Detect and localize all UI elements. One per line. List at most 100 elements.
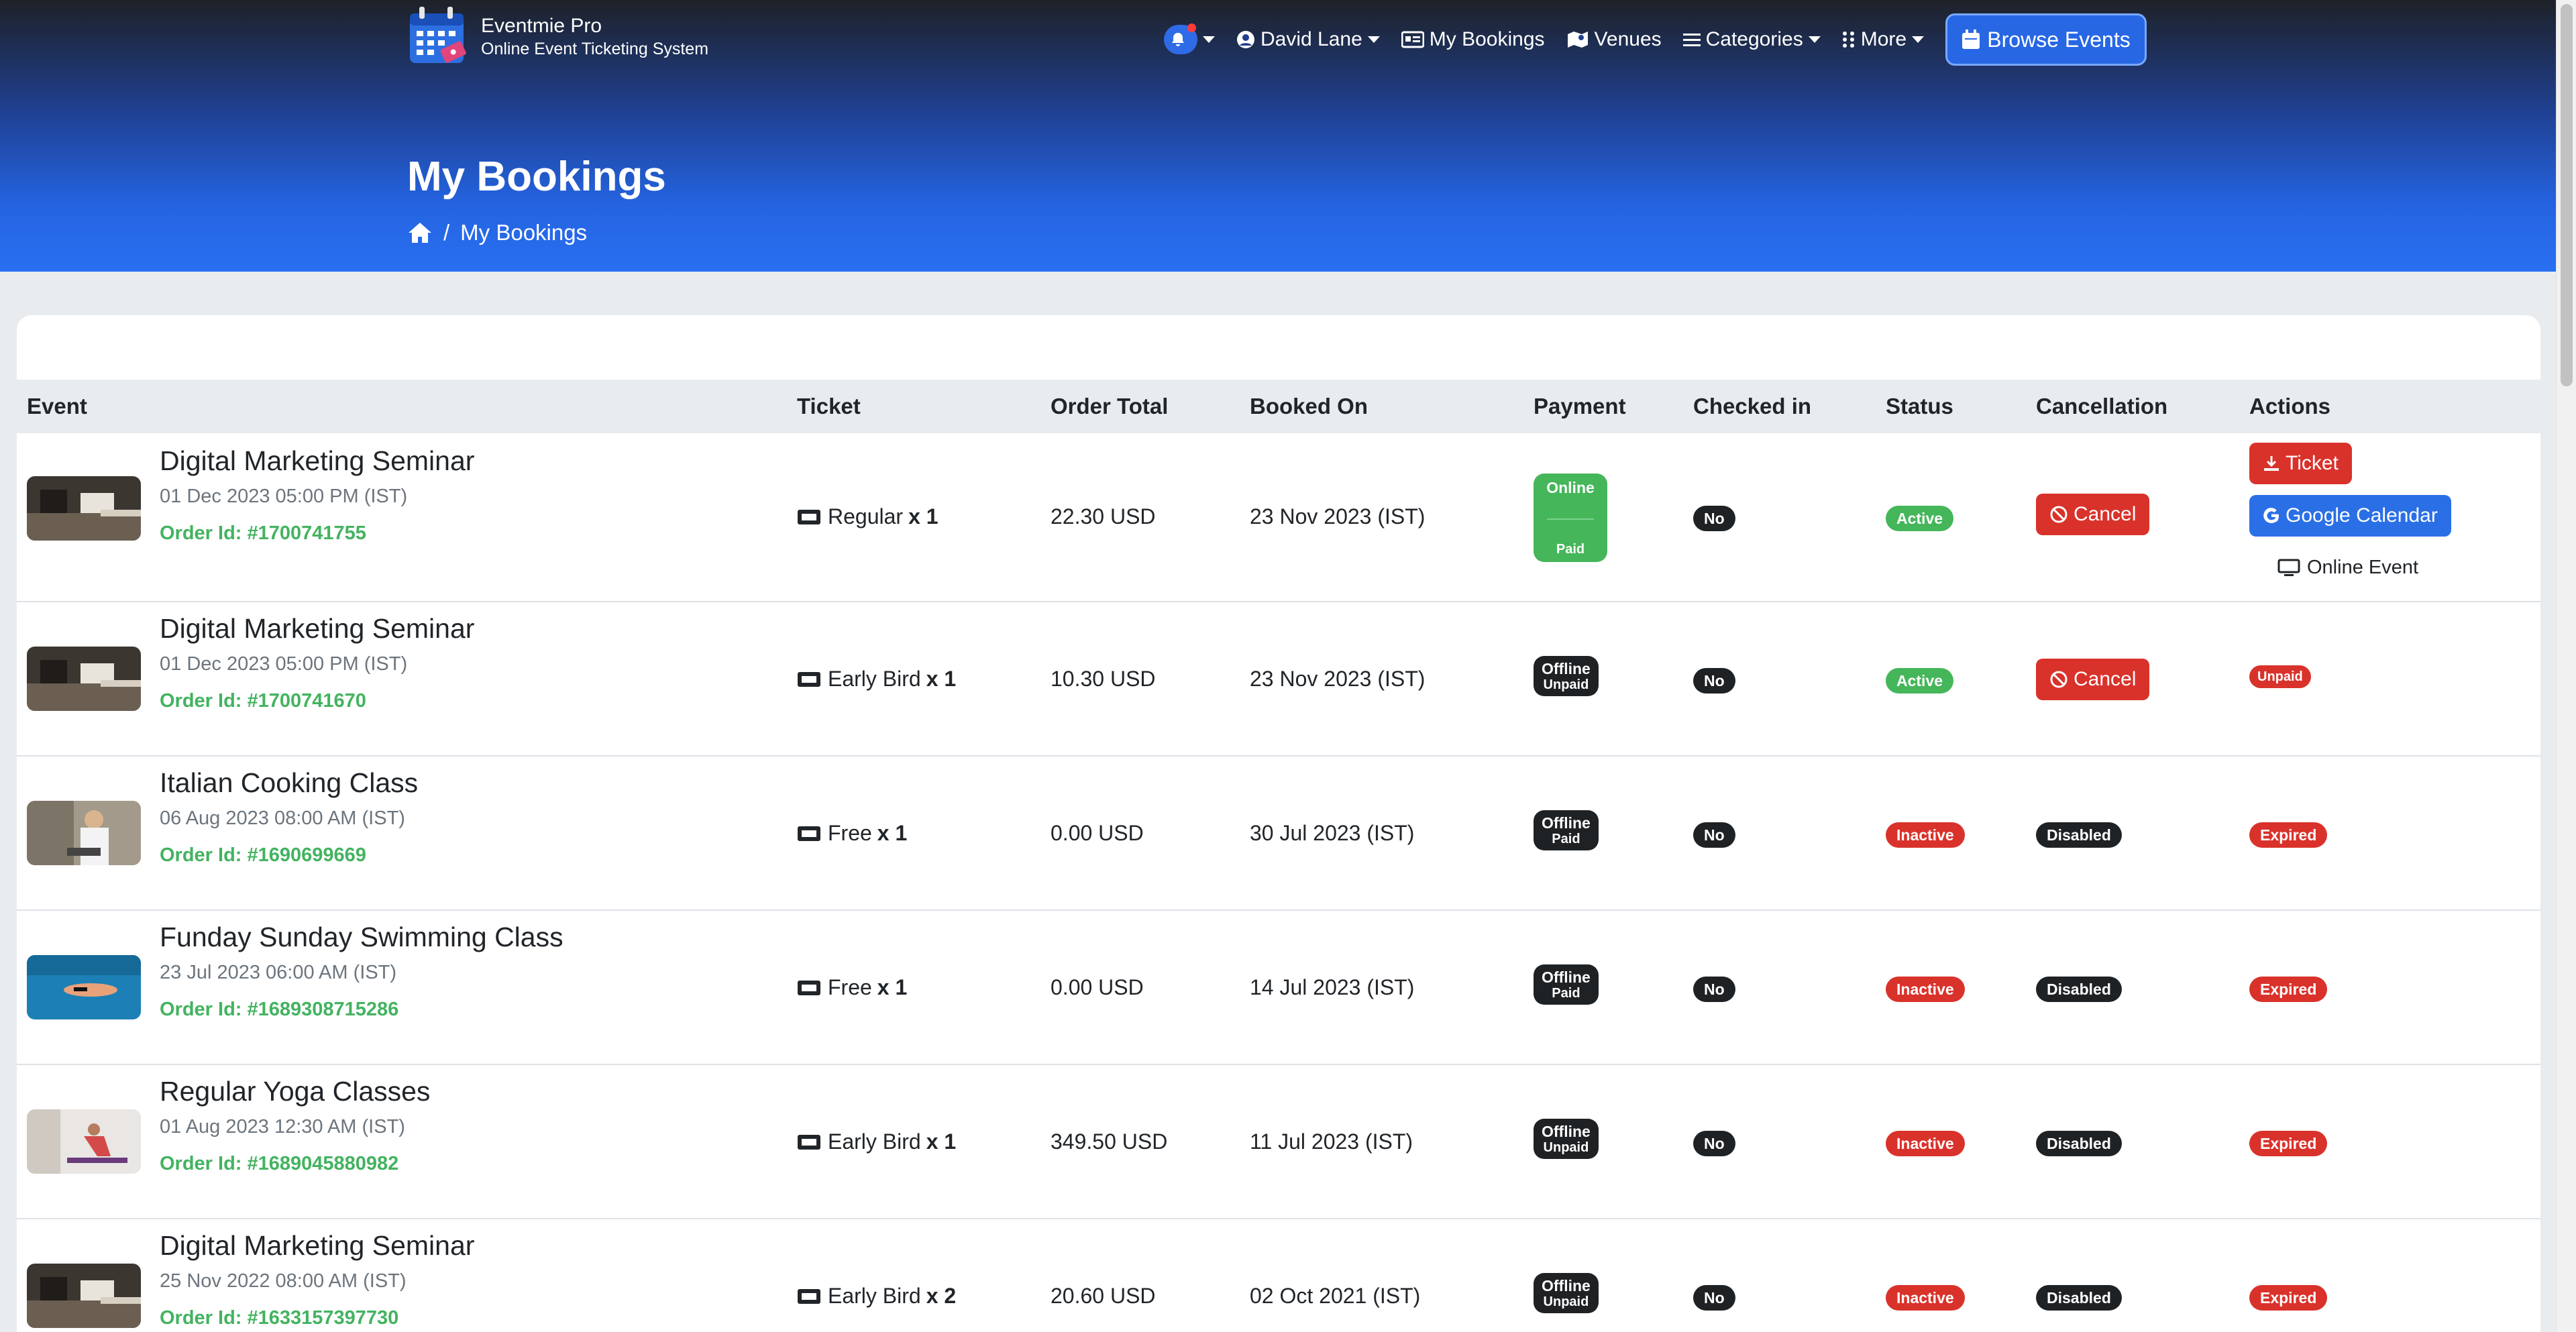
th-status: Status (1886, 394, 1953, 419)
th-ticket: Ticket (797, 394, 861, 419)
event-date: 25 Nov 2022 08:00 AM (IST) (160, 1270, 407, 1292)
event-thumbnail[interactable] (27, 1109, 141, 1174)
ticket-info: Early Bird x 1 (797, 1129, 956, 1154)
notification-dot (1187, 23, 1196, 32)
event-title[interactable]: Digital Marketing Seminar (160, 612, 474, 645)
nav-more[interactable]: More (1842, 28, 1925, 51)
event-title[interactable]: Digital Marketing Seminar (160, 1229, 474, 1262)
event-title[interactable]: Digital Marketing Seminar (160, 444, 474, 478)
user-menu[interactable]: David Lane (1236, 28, 1380, 51)
download-ticket-button[interactable]: Ticket (2249, 443, 2352, 484)
checked-in-badge: No (1693, 977, 1735, 1002)
ticket-type: Early Bird (828, 667, 921, 691)
home-icon[interactable] (407, 221, 433, 244)
ticket-qty: x 1 (908, 504, 938, 529)
online-event-label: Online Event (2307, 557, 2419, 578)
ticket-qty: x 2 (926, 1284, 957, 1308)
calendar-logo-icon (407, 4, 472, 68)
order-total: 20.60 USD (1051, 1284, 1156, 1308)
expired-badge: Expired (2249, 822, 2328, 848)
payment-badge: Offline Paid (1534, 964, 1599, 1005)
cancel-booking-button[interactable]: Cancel (2036, 494, 2150, 535)
order-total: 349.50 USD (1051, 1129, 1168, 1154)
ticket-info: Regular x 1 (797, 504, 938, 529)
payment-method: Offline (1542, 814, 1591, 832)
checked-in-badge: No (1693, 668, 1735, 693)
ticket-info: Free x 1 (797, 821, 907, 846)
google-calendar-button[interactable]: Google Calendar (2249, 495, 2451, 537)
grid-dots-icon (1842, 32, 1854, 48)
nav-my-bookings[interactable]: My Bookings (1401, 28, 1545, 51)
ticket-icon (798, 826, 820, 841)
payment-status: Paid (1556, 542, 1585, 557)
cancellation-badge: Disabled (2036, 1131, 2122, 1156)
browse-events-button[interactable]: Browse Events (1945, 13, 2147, 66)
event-date: 01 Dec 2023 05:00 PM (IST) (160, 653, 408, 675)
payment-method: Offline (1542, 660, 1591, 677)
cancellation-badge: Disabled (2036, 1285, 2122, 1311)
payment-badge: Offline Unpaid (1534, 656, 1599, 696)
order-id: Order Id: #1689045880982 (160, 1153, 399, 1174)
divider (1547, 518, 1594, 520)
event-thumbnail[interactable] (27, 955, 141, 1019)
payment-status: Paid (1552, 986, 1580, 1001)
order-id: Order Id: #1700741670 (160, 690, 366, 712)
booked-on: 14 Jul 2023 (IST) (1250, 975, 1415, 999)
order-total: 0.00 USD (1051, 975, 1144, 999)
google-icon (2263, 508, 2279, 523)
th-payment: Payment (1534, 394, 1626, 419)
payment-status: Unpaid (1543, 1294, 1589, 1309)
payment-status: Unpaid (1543, 1140, 1589, 1155)
ticket-type: Free (828, 821, 872, 845)
ticket-type: Early Bird (828, 1284, 921, 1308)
list-icon (1682, 34, 1701, 46)
ban-icon (2050, 671, 2068, 688)
event-date: 23 Jul 2023 06:00 AM (IST) (160, 962, 397, 983)
payment-status: Paid (1552, 832, 1580, 846)
online-event-link[interactable]: Online Event (2277, 557, 2418, 579)
ticket-icon (798, 1134, 820, 1150)
event-thumbnail[interactable] (27, 476, 141, 541)
nav-categories-label: Categories (1705, 28, 1803, 50)
event-title[interactable]: Regular Yoga Classes (160, 1074, 430, 1108)
th-booked-on: Booked On (1250, 394, 1368, 419)
page-scrollbar[interactable] (2556, 0, 2576, 1332)
notifications-dropdown[interactable] (1164, 23, 1215, 54)
user-name: David Lane (1260, 28, 1362, 50)
event-thumbnail[interactable] (27, 801, 141, 865)
nav-my-bookings-label: My Bookings (1429, 28, 1545, 50)
order-total: 22.30 USD (1051, 504, 1156, 529)
th-order-total: Order Total (1051, 394, 1169, 419)
breadcrumb-current: My Bookings (460, 220, 588, 245)
order-total: 10.30 USD (1051, 667, 1156, 691)
expired-badge: Expired (2249, 1285, 2328, 1311)
table-row: Italian Cooking Class 06 Aug 2023 08:00 … (17, 757, 2540, 911)
order-total: 0.00 USD (1051, 821, 1144, 845)
ticket-info: Early Bird x 1 (797, 667, 956, 691)
status-badge: Active (1886, 668, 1954, 693)
ticket-icon (798, 980, 820, 995)
th-event: Event (27, 394, 87, 419)
scrollbar-thumb[interactable] (2561, 4, 2573, 386)
desktop-icon (2277, 559, 2300, 576)
event-title[interactable]: Italian Cooking Class (160, 766, 418, 799)
event-thumbnail[interactable] (27, 1264, 141, 1328)
nav-venues[interactable]: Venues (1566, 28, 1662, 51)
calendar-icon (1962, 30, 1980, 49)
user-circle-icon (1237, 31, 1254, 48)
bell-icon (1164, 23, 1197, 54)
event-title[interactable]: Funday Sunday Swimming Class (160, 920, 564, 954)
event-thumbnail[interactable] (27, 647, 141, 711)
cancel-booking-button[interactable]: Cancel (2036, 659, 2150, 700)
table-row: Regular Yoga Classes 01 Aug 2023 12:30 A… (17, 1065, 2540, 1219)
ticket-label: Ticket (2286, 452, 2339, 474)
chevron-down-icon (1367, 36, 1380, 43)
cancel-label: Cancel (2074, 668, 2137, 690)
th-actions: Actions (2249, 394, 2331, 419)
top-nav: David Lane My Bookings Venues Categories… (1164, 13, 1945, 66)
nav-categories[interactable]: Categories (1682, 28, 1821, 51)
breadcrumb: / My Bookings (407, 220, 587, 245)
event-date: 06 Aug 2023 08:00 AM (IST) (160, 808, 405, 829)
payment-method: Online (1546, 479, 1595, 496)
brand[interactable]: Eventmie Pro Online Event Ticketing Syst… (407, 4, 708, 68)
